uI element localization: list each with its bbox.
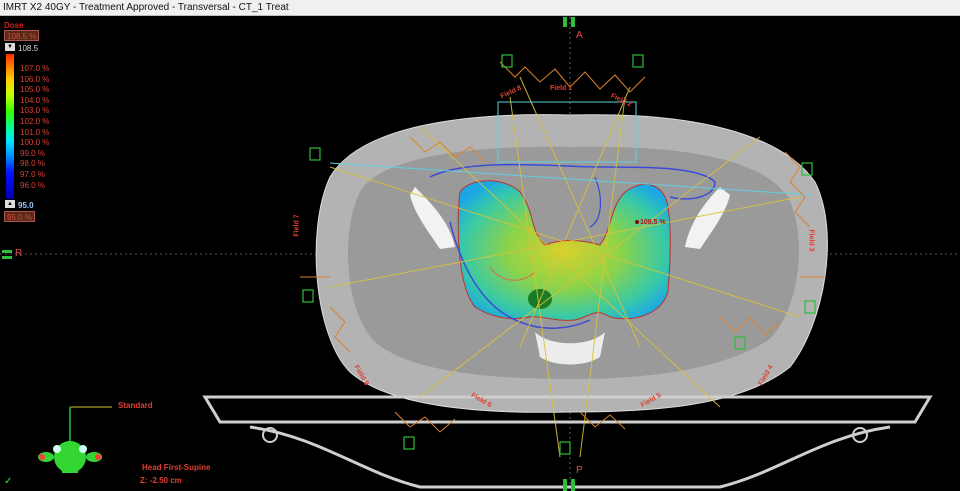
ct-viewport[interactable]: Dose 108.5 % ▼ 108.5 107.0 % 106.0 % 105…: [0, 17, 960, 491]
orientation-cube-label: Standard: [118, 401, 153, 410]
beam-label: Field 1: [550, 85, 573, 92]
dose-level: 96.0 %: [20, 180, 45, 190]
dose-lower-arrow-icon[interactable]: ▲: [5, 200, 15, 208]
ct-slice-view: [0, 17, 960, 491]
window-title: IMRT X2 40GY - Treatment Approved - Tran…: [0, 0, 960, 16]
dose-level: 100.0 %: [20, 138, 50, 148]
dose-max-box[interactable]: 108.5 %: [4, 30, 40, 41]
beam-label: Field 7: [293, 214, 301, 237]
dose-level: 99.0 %: [20, 148, 45, 158]
hotspot-label: 108.5 %: [640, 219, 666, 226]
dose-level: 102.0 %: [20, 116, 50, 126]
dose-level: 104.0 %: [20, 95, 50, 105]
dose-level: 98.0 %: [20, 159, 45, 169]
right-label: R: [15, 248, 23, 259]
dose-legend-title: Dose: [4, 21, 24, 30]
beam-label: Field 3: [807, 229, 815, 252]
dose-upper-arrow-icon[interactable]: ▼: [5, 43, 15, 51]
slice-z-position: Z: -2.50 cm: [140, 476, 182, 485]
dose-level: 105.0 %: [20, 85, 50, 95]
anterior-label: A: [576, 30, 583, 41]
posterior-label: P: [576, 465, 583, 476]
check-icon: ✓: [4, 476, 13, 487]
dose-min-box[interactable]: 95.0 %: [4, 211, 35, 222]
dose-level: 107.0 %: [20, 64, 50, 73]
dose-bottom-value: 95.0: [18, 201, 34, 210]
dose-level-list: 107.0 % 106.0 % 105.0 % 104.0 % 103.0 % …: [20, 64, 49, 191]
dose-level: 106.0 %: [20, 74, 50, 84]
dose-top-value: 108.5: [18, 44, 39, 53]
dose-level: 103.0 %: [20, 106, 50, 116]
patient-position: Head First-Supine: [142, 463, 211, 472]
dose-level: 101.0 %: [20, 127, 50, 137]
dose-level: 97.0 %: [20, 169, 45, 179]
dose-colorbar: [6, 54, 14, 199]
